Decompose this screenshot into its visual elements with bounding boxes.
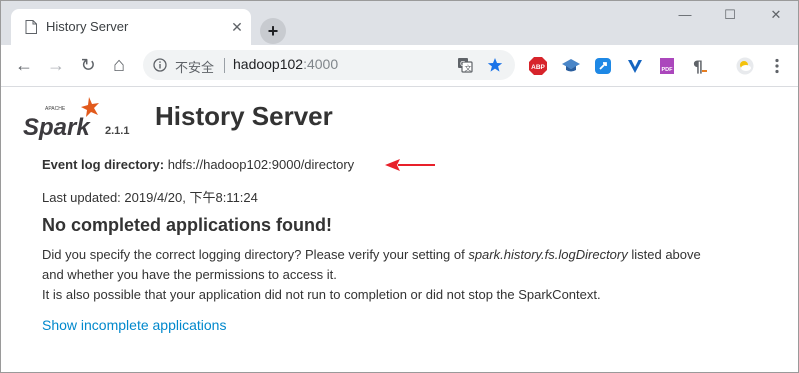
tab-close-icon[interactable]: ✕ — [229, 19, 245, 35]
address-bar[interactable]: 不安全 hadoop102:4000 G 文 — [143, 50, 515, 80]
v-extension-icon[interactable] — [626, 57, 644, 75]
help-text-line-1: Did you specify the correct logging dire… — [42, 247, 701, 262]
config-key: spark.history.fs.logDirectory — [468, 247, 628, 262]
tab-history-server[interactable]: History Server ✕ — [11, 9, 251, 45]
help-text-line-2: and whether you have the permissions to … — [42, 267, 337, 282]
weather-extension-icon[interactable] — [736, 57, 754, 75]
event-log-value: hdfs://hadoop102:9000/directory — [164, 157, 355, 172]
spark-version: 2.1.1 — [105, 125, 130, 137]
info-icon[interactable] — [153, 58, 167, 72]
help-text-line-1-before: Did you specify the correct logging dire… — [42, 247, 469, 262]
svg-text:PDF: PDF — [662, 67, 674, 73]
last-updated: Last updated: 2019/4/20, 下午8:11:24 — [42, 187, 258, 206]
pilcrow-extension-icon[interactable]: ¶ — [690, 57, 708, 75]
blue-square-extension-icon[interactable] — [594, 57, 612, 75]
minimize-icon[interactable]: — — [675, 7, 695, 23]
url-port: :4000 — [303, 56, 339, 72]
home-icon[interactable]: ⌂ — [108, 54, 130, 76]
reload-icon[interactable]: ↻ — [77, 54, 99, 76]
spark-logo[interactable]: APACHE Spark — [21, 95, 111, 143]
url-text[interactable]: hadoop102:4000 — [233, 56, 338, 72]
annotation-arrow — [385, 159, 435, 171]
svg-text:ABP: ABP — [531, 64, 545, 71]
forward-icon[interactable]: → — [45, 54, 67, 76]
svg-text:Spark: Spark — [23, 114, 91, 141]
last-updated-label: Last updated: — [42, 190, 125, 205]
bookmark-star-icon[interactable] — [487, 57, 503, 73]
event-log-directory: Event log directory: hdfs://hadoop102:90… — [42, 157, 354, 172]
event-log-label: Event log directory: — [42, 157, 165, 172]
tab-title: History Server — [46, 19, 129, 34]
more-menu-icon[interactable] — [768, 57, 786, 75]
security-label: 不安全 — [175, 60, 215, 75]
translate-icon[interactable]: G 文 — [457, 57, 473, 73]
help-text-line-3: It is also possible that your applicatio… — [42, 287, 601, 302]
pdf-extension-icon[interactable]: PDF — [658, 57, 676, 75]
tab-strip: History Server ✕ + — ☐ ✕ — [1, 1, 798, 45]
browser-toolbar: ← → ↻ ⌂ 不安全 hadoop102:4000 G 文 ABP PDF ¶ — [1, 45, 798, 87]
page-content: APACHE Spark 2.1.1 History Server Event … — [1, 87, 798, 372]
back-icon[interactable]: ← — [13, 54, 35, 76]
browser-window: History Server ✕ + — ☐ ✕ ← → ↻ ⌂ 不安全 had… — [0, 0, 799, 373]
new-tab-button[interactable]: + — [260, 18, 286, 44]
omnibox-divider — [224, 58, 225, 73]
url-host: hadoop102 — [233, 56, 304, 72]
last-updated-value: 2019/4/20, 下午8:11:24 — [124, 190, 258, 205]
svg-text:文: 文 — [465, 64, 472, 73]
graduation-cap-extension-icon[interactable] — [562, 57, 580, 75]
page-title: History Server — [155, 101, 333, 131]
page-icon — [25, 20, 37, 34]
abp-extension-icon[interactable]: ABP — [529, 57, 547, 75]
no-apps-heading: No completed applications found! — [42, 215, 333, 235]
help-text-line-1-after: listed above — [627, 247, 701, 262]
show-incomplete-link[interactable]: Show incomplete applications — [42, 317, 226, 333]
maximize-icon[interactable]: ☐ — [720, 7, 740, 23]
svg-text:APACHE: APACHE — [45, 106, 66, 112]
close-window-icon[interactable]: ✕ — [766, 7, 786, 23]
svg-text:¶: ¶ — [693, 57, 703, 75]
